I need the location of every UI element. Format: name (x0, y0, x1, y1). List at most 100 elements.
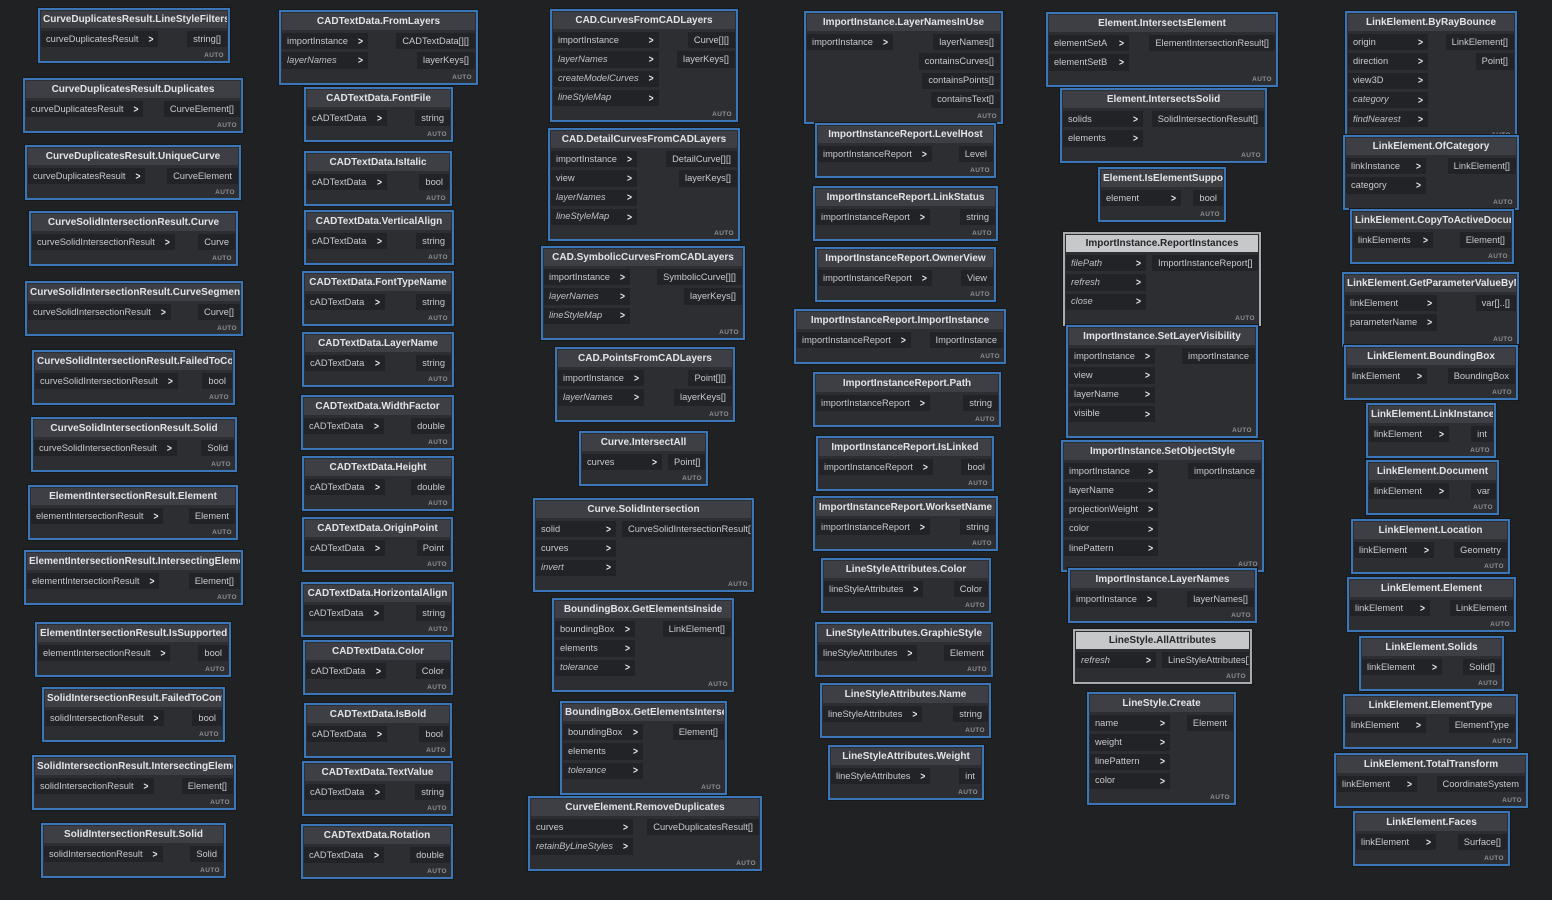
output-port-bool[interactable]: bool (961, 459, 991, 475)
node-title[interactable]: CAD.DetailCurvesFromCADLayers (551, 131, 737, 148)
output-port-Level[interactable]: Level (959, 146, 993, 162)
input-port-visible[interactable]: visible> (1069, 406, 1155, 422)
output-port-Point[interactable]: Point (417, 540, 450, 556)
output-port-bool[interactable]: bool (419, 726, 449, 742)
node-ImportInstanceReport.WorksetName[interactable]: ImportInstanceReport.WorksetNameimportIn… (813, 496, 998, 551)
output-port-string[interactable]: string (416, 233, 451, 249)
output-port-CADTextData[][][interactable]: CADTextData[][] (396, 33, 475, 49)
node-title[interactable]: ImportInstanceReport.LevelHost (818, 126, 993, 143)
input-port-importInstanceReport[interactable]: importInstanceReport> (818, 270, 932, 286)
input-port-tolerance[interactable]: tolerance> (555, 660, 635, 676)
output-port-importInstance[interactable]: importInstance (1182, 348, 1255, 364)
output-port-layerKeys[][interactable]: layerKeys[] (674, 389, 732, 405)
output-port-CurveDuplicatesResult[][interactable]: CurveDuplicatesResult[] (647, 819, 759, 835)
node-CADTextData.HorizontalAlign[interactable]: CADTextData.HorizontalAligncADTextData>s… (301, 582, 454, 637)
input-port-importInstance[interactable]: importInstance> (1069, 348, 1155, 364)
input-port-linkElement[interactable]: linkElement> (1369, 483, 1449, 499)
input-port-importInstance[interactable]: importInstance> (282, 33, 368, 49)
output-port-CurveElement[interactable]: CurveElement (167, 168, 238, 184)
input-port-cADTextData[interactable]: cADTextData> (305, 540, 385, 556)
node-LineStyle.Create[interactable]: LineStyle.Createname>Elementweight>lineP… (1087, 692, 1236, 805)
node-ImportInstanceReport.OwnerView[interactable]: ImportInstanceReport.OwnerView importInst… (815, 247, 996, 302)
node-CADTextData.Rotation[interactable]: CADTextData.RotationcADTextData>doubleAU… (301, 824, 453, 879)
input-port-solid[interactable]: solid> (536, 521, 616, 537)
input-port-elements[interactable]: elements> (1063, 130, 1143, 146)
node-title[interactable]: SolidIntersectionResult.Solid (44, 826, 223, 843)
node-LineStyleAttributes.Weight[interactable]: LineStyleAttributes.WeightlineStyleAttri… (828, 745, 984, 800)
output-port-LinkElement[][interactable]: LinkElement[] (663, 621, 731, 637)
output-port-int[interactable]: int (1471, 426, 1493, 442)
node-CurveElement.RemoveDuplicates[interactable]: CurveElement.RemoveDuplicatescurves>Curv… (528, 796, 762, 871)
input-port-linkElement[interactable]: linkElement> (1346, 717, 1426, 733)
output-port-bool[interactable]: bool (419, 174, 449, 190)
input-port-elements[interactable]: elements> (555, 640, 635, 656)
node-Element.IsElementSupported[interactable]: Element.IsElementSupportedelement>boolAU… (1098, 167, 1226, 222)
input-port-linkElement[interactable]: linkElement> (1345, 295, 1437, 311)
input-port-curveDuplicatesResult[interactable]: curveDuplicatesResult> (26, 101, 143, 117)
input-port-elementSetA[interactable]: elementSetA> (1049, 35, 1129, 51)
input-port-lineStyleMap[interactable]: lineStyleMap> (544, 308, 630, 324)
input-port-elementSetB[interactable]: elementSetB> (1049, 54, 1129, 70)
node-title[interactable]: CADTextData.WidthFactor (304, 398, 451, 415)
output-port-var[interactable]: var (1471, 483, 1496, 499)
node-title[interactable]: CurveSolidIntersectionResult.Solid (34, 420, 234, 437)
output-port-ElementIntersectionResult[][interactable]: ElementIntersectionResult[] (1149, 35, 1275, 51)
node-title[interactable]: CurveSolidIntersectionResult.CurveSegmen… (28, 284, 240, 301)
input-port-importInstanceReport[interactable]: importInstanceReport> (816, 519, 930, 535)
node-LinkElement.ByRayBounce[interactable]: LinkElement.ByRayBounceorigin>LinkElemen… (1345, 11, 1517, 143)
node-LinkElement.Location[interactable]: LinkElement.LocationlinkElement>Geometry… (1351, 519, 1510, 574)
output-port-DetailCurve[][][interactable]: DetailCurve[][] (666, 151, 737, 167)
input-port-retainByLineStyles[interactable]: retainByLineStyles> (531, 838, 633, 854)
node-CurveDuplicatesResult.UniqueCurve[interactable]: CurveDuplicatesResult.UniqueCurvecurveDu… (25, 145, 241, 200)
output-port-LineStyleAttributes[][interactable]: LineStyleAttributes[] (1162, 652, 1249, 668)
input-port-layerName[interactable]: layerName> (1064, 482, 1158, 498)
output-port-Element[][interactable]: Element[] (182, 778, 233, 794)
output-port-containsCurves[][interactable]: containsCurves[] (919, 53, 1000, 69)
node-title[interactable]: LineStyle.AllAttributes (1076, 632, 1249, 649)
input-port-direction[interactable]: direction> (1348, 53, 1428, 69)
input-port-cADTextData[interactable]: cADTextData> (307, 110, 387, 126)
node-Element.IntersectsSolid[interactable]: Element.IntersectsSolidsolids>SolidInter… (1060, 88, 1267, 163)
node-title[interactable]: LinkElement.Faces (1356, 814, 1507, 831)
input-port-importInstanceReport[interactable]: importInstanceReport> (816, 209, 930, 225)
input-port-close[interactable]: close> (1066, 294, 1146, 310)
node-title[interactable]: Element.IsElementSupported (1101, 170, 1223, 187)
output-port-Solid[interactable]: Solid (201, 440, 234, 456)
node-LinkElement.LinkInstanceId[interactable]: LinkElement.LinkInstanceIdlinkElement>in… (1366, 403, 1496, 458)
node-LinkElement.Document[interactable]: LinkElement.DocumentlinkElement>varAUTO (1366, 460, 1499, 515)
input-port-color[interactable]: color> (1064, 521, 1158, 537)
node-title[interactable]: CurveSolidIntersectionResult.FailedToCon… (35, 353, 232, 370)
input-port-curveSolidIntersectionResult[interactable]: curveSolidIntersectionResult> (35, 373, 178, 389)
node-ElementIntersectionResult.Element[interactable]: ElementIntersectionResult.Elementelement… (28, 485, 238, 540)
output-port-Solid[][interactable]: Solid[] (1463, 659, 1501, 675)
input-port-projectionWeight[interactable]: projectionWeight> (1064, 502, 1158, 518)
node-CAD.PointsFromCADLayers[interactable]: CAD.PointsFromCADLayersimportInstance>Po… (555, 347, 735, 422)
node-ImportInstanceReport.IsLinked[interactable]: ImportInstanceReport.IsLinkedimportInsta… (816, 436, 994, 491)
input-port-linkInstance[interactable]: linkInstance> (1346, 158, 1426, 174)
input-port-linkElement[interactable]: linkElement> (1354, 542, 1434, 558)
output-port-double[interactable]: double (410, 847, 450, 863)
input-port-lineStyleMap[interactable]: lineStyleMap> (551, 209, 637, 225)
node-title[interactable]: LinkElement.ByRayBounce (1348, 14, 1514, 31)
node-title[interactable]: ImportInstance.ReportInstances (1066, 235, 1258, 252)
node-LinkElement.Faces[interactable]: LinkElement.FaceslinkElement>Surface[]AU… (1353, 811, 1510, 866)
input-port-solidIntersectionResult[interactable]: solidIntersectionResult> (45, 710, 164, 726)
input-port-refresh[interactable]: refresh> (1066, 274, 1146, 290)
node-title[interactable]: ImportInstanceReport.OwnerView (818, 250, 993, 267)
output-port-layerKeys[][interactable]: layerKeys[] (677, 51, 735, 67)
input-port-elements[interactable]: elements> (563, 743, 643, 759)
output-port-CurveSolidIntersectionResult[][interactable]: CurveSolidIntersectionResult[] (622, 521, 751, 537)
node-title[interactable]: CAD.SymbolicCurvesFromCADLayers (544, 249, 742, 266)
input-port-curveSolidIntersectionResult[interactable]: curveSolidIntersectionResult> (28, 304, 171, 320)
node-ImportInstanceReport.ImportInstance[interactable]: ImportInstanceReport.ImportInstanceimpor… (794, 309, 1006, 364)
node-LineStyleAttributes.Color[interactable]: LineStyleAttributes.ColorlineStyleAttrib… (821, 558, 991, 613)
input-port-cADTextData[interactable]: cADTextData> (304, 418, 384, 434)
output-port-Surface[][interactable]: Surface[] (1458, 834, 1507, 850)
input-port-solids[interactable]: solids> (1063, 111, 1143, 127)
node-CADTextData.Height[interactable]: CADTextData.HeightcADTextData>doubleAUTO (302, 456, 454, 511)
input-port-curveDuplicatesResult[interactable]: curveDuplicatesResult> (41, 31, 158, 47)
input-port-importInstance[interactable]: importInstance> (553, 32, 659, 48)
node-title[interactable]: CADTextData.Rotation (304, 827, 450, 844)
node-LineStyleAttributes.GraphicStyle[interactable]: LineStyleAttributes.GraphicStylelineStyl… (815, 622, 993, 677)
input-port-category[interactable]: category> (1348, 92, 1428, 108)
